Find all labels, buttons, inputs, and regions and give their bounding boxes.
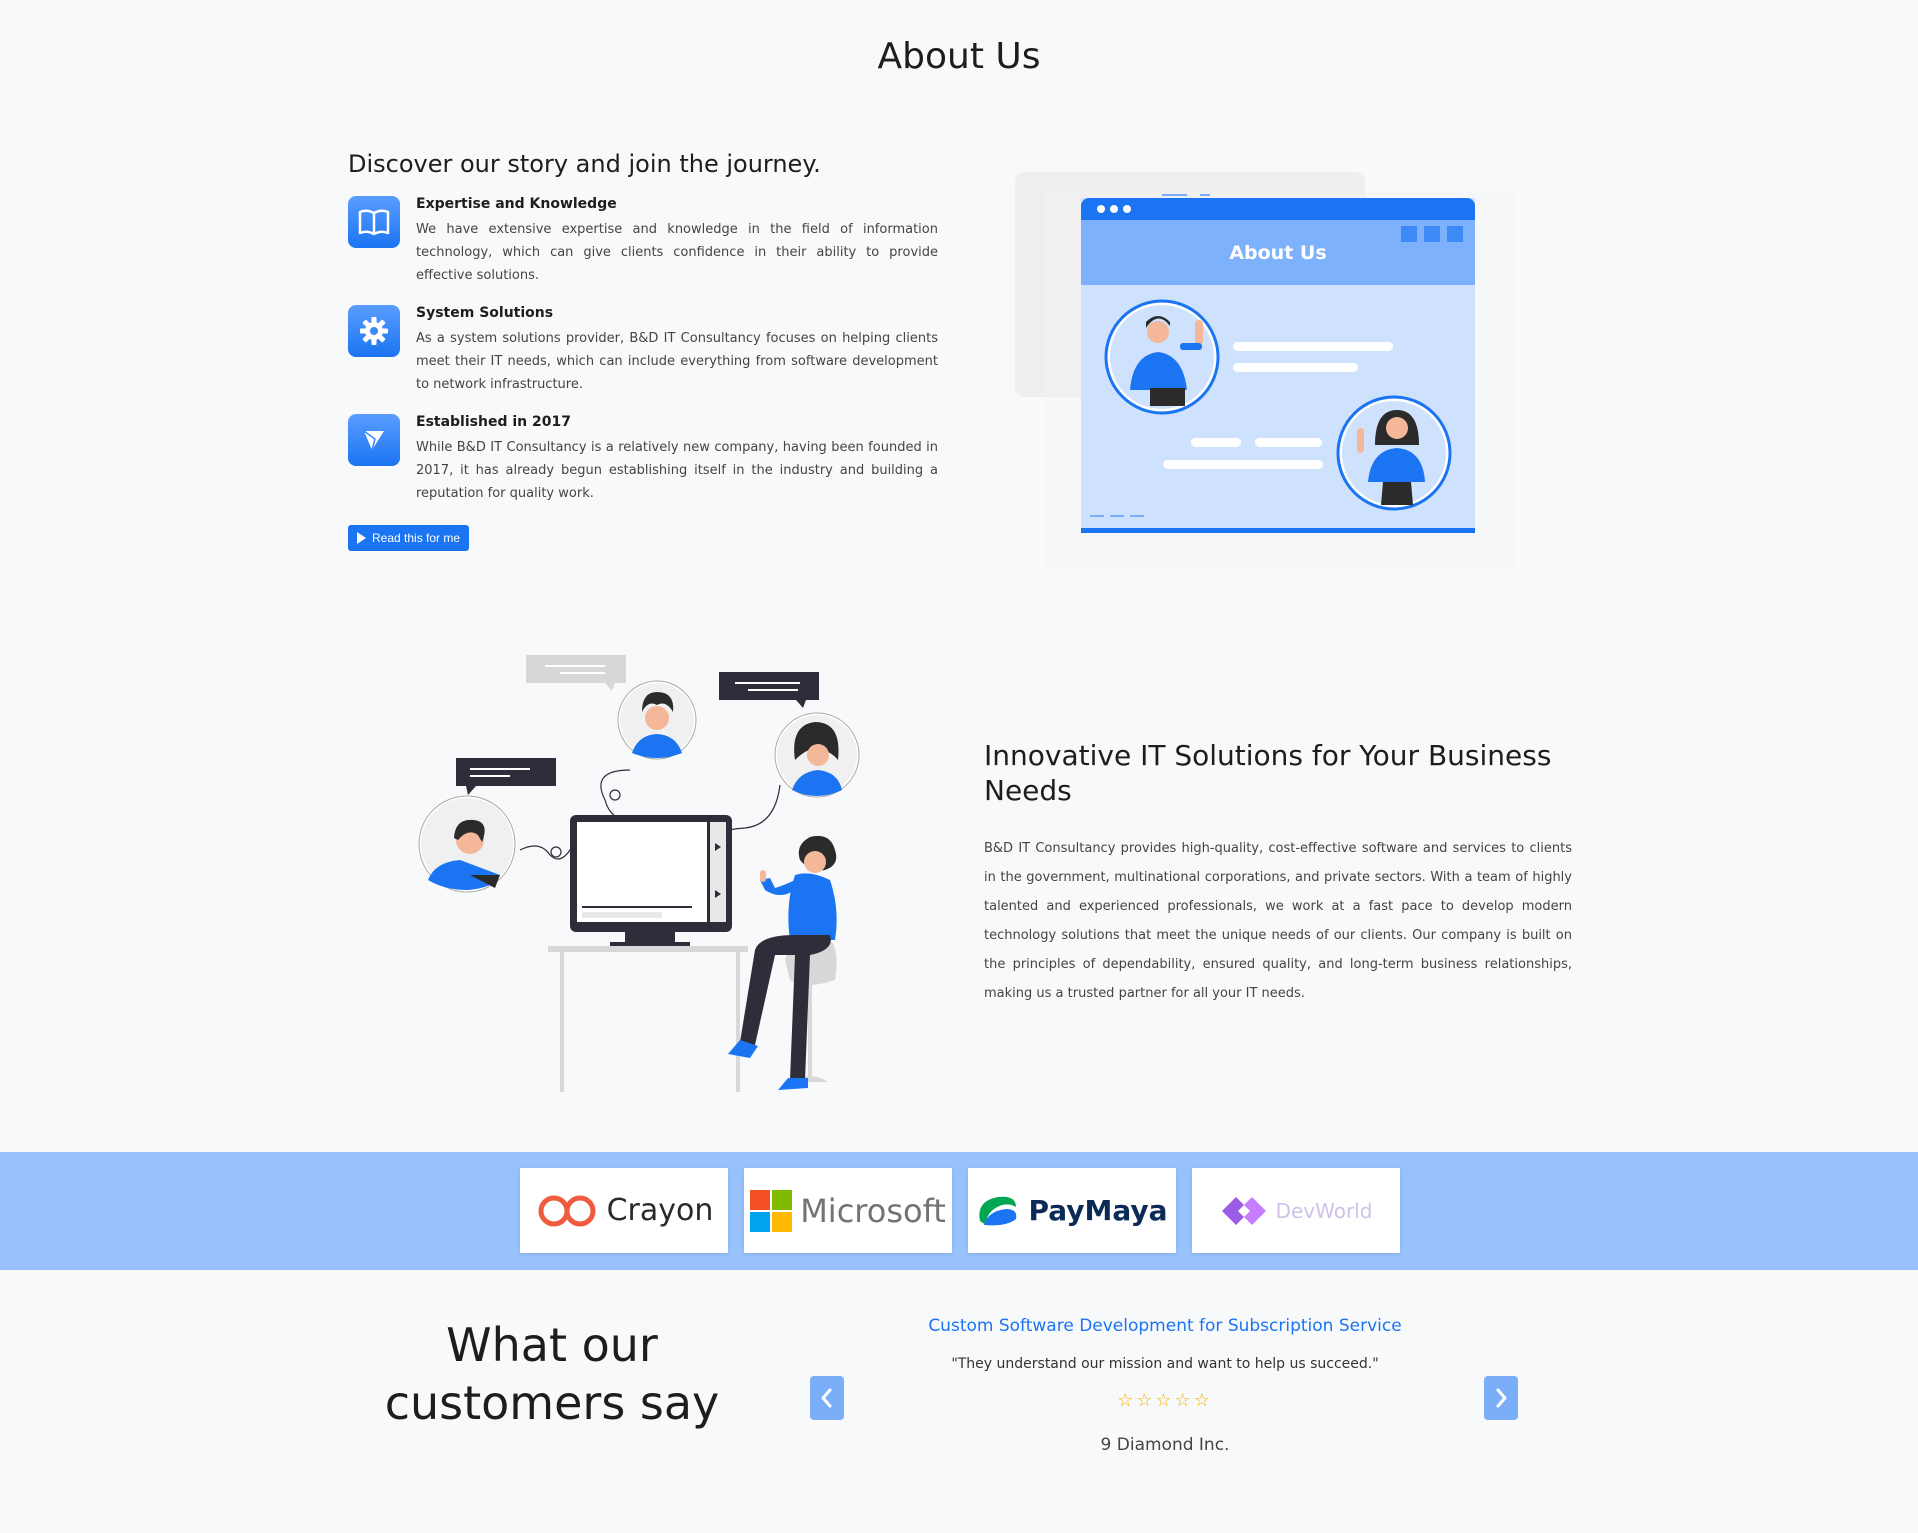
support-team-illustration	[418, 655, 860, 1092]
story-section: Discover our story and join the journey.…	[348, 150, 938, 551]
crayon-logo-icon	[538, 1195, 596, 1226]
solutions-section: Innovative IT Solutions for Your Busines…	[984, 738, 1572, 1008]
testimonial-title: Custom Software Development for Subscrip…	[928, 1316, 1402, 1336]
feature-title: Established in 2017	[416, 414, 571, 430]
gear-icon	[348, 305, 400, 357]
feature-system-solutions: System Solutions As a system solutions p…	[348, 305, 938, 396]
feature-title: Expertise and Knowledge	[416, 196, 617, 212]
partner-logo-crayon[interactable]: Crayon	[520, 1168, 728, 1253]
about-us-illustration: About Us	[1015, 172, 1515, 570]
partner-logo-paymaya[interactable]: PayMaya	[968, 1168, 1176, 1253]
feature-established: Established in 2017 While B&D IT Consult…	[348, 414, 938, 505]
chevron-right-icon	[1496, 1388, 1507, 1408]
window-title: About Us	[1229, 242, 1326, 264]
open-book-icon	[348, 196, 400, 248]
star-rating: ☆☆☆☆☆	[1117, 1390, 1213, 1411]
carousel-next-button[interactable]	[1484, 1376, 1518, 1420]
partner-logo-devworld[interactable]: DevWorld	[1192, 1168, 1400, 1253]
feature-title: System Solutions	[416, 305, 554, 321]
testimonials-heading: What our customers say	[384, 1318, 720, 1430]
solutions-text: B&D IT Consultancy provides high-quality…	[984, 841, 1572, 1001]
read-button-label: Read this for me	[372, 531, 461, 545]
paper-plane-icon	[348, 414, 400, 466]
testimonial-quote: "They understand our mission and want to…	[951, 1356, 1379, 1372]
page-title: About Us	[877, 36, 1041, 77]
feature-expertise: Expertise and Knowledge We have extensiv…	[348, 196, 938, 287]
feature-text: As a system solutions provider, B&D IT C…	[416, 331, 938, 392]
partner-name: PayMaya	[1028, 1194, 1168, 1227]
feature-text: While B&D IT Consultancy is a relatively…	[416, 440, 938, 501]
solutions-heading: Innovative IT Solutions for Your Busines…	[984, 739, 1552, 807]
story-heading: Discover our story and join the journey.	[348, 150, 821, 178]
partner-name: Microsoft	[800, 1191, 946, 1230]
partner-name: Crayon	[606, 1193, 714, 1228]
partner-logo-band: Crayon Microsoft PayMaya DevWorld	[0, 1152, 1918, 1270]
play-icon	[357, 532, 366, 544]
feature-text: We have extensive expertise and knowledg…	[416, 222, 938, 283]
carousel-prev-button[interactable]	[810, 1376, 844, 1420]
chevron-left-icon	[821, 1388, 832, 1408]
testimonial-author: 9 Diamond Inc.	[1100, 1435, 1230, 1455]
devworld-logo-icon	[1221, 1196, 1266, 1225]
microsoft-logo-icon	[750, 1189, 793, 1232]
partner-logo-microsoft[interactable]: Microsoft	[744, 1168, 952, 1253]
paymaya-logo-icon	[979, 1196, 1017, 1225]
read-this-for-me-button[interactable]: Read this for me	[348, 525, 470, 551]
partner-name: DevWorld	[1275, 1198, 1373, 1223]
